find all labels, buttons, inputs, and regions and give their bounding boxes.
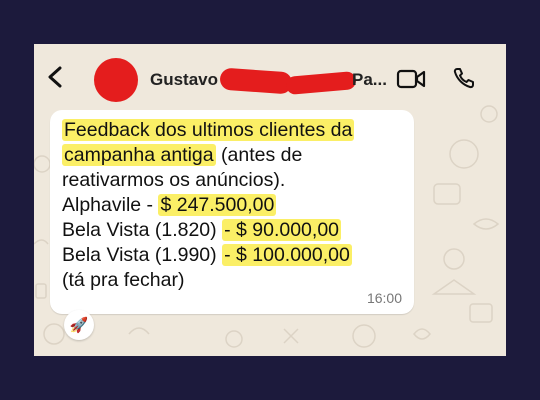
message-line-6: Bela Vista (1.990) - $ 100.000,00 <box>62 243 352 267</box>
highlighted-text: - $ 100.000,00 <box>222 244 352 266</box>
highlighted-text: campanha antiga <box>62 144 216 166</box>
message-line-3: reativarmos os anúncios). <box>62 168 285 192</box>
message-text: (antes de <box>215 144 303 166</box>
message-line-5: Bela Vista (1.820) - $ 90.000,00 <box>62 218 342 242</box>
message-bubble[interactable]: Feedback dos ultimos clientes da campanh… <box>50 110 414 314</box>
highlighted-text: - $ 90.000,00 <box>222 219 342 241</box>
name-redaction-scribble <box>219 67 293 95</box>
voice-call-icon[interactable] <box>452 66 476 90</box>
highlighted-text: $ 247.500,00 <box>158 194 277 216</box>
message-text: Bela Vista (1.820) <box>62 219 223 241</box>
rocket-icon: 🚀 <box>69 317 89 334</box>
video-call-icon[interactable] <box>396 68 426 90</box>
reaction-badge[interactable]: 🚀 <box>64 310 94 340</box>
chat-header: Gustavo Pa... <box>34 44 506 104</box>
contact-name[interactable]: Gustavo <box>150 70 218 90</box>
highlighted-text: Feedback dos ultimos clientes da <box>62 119 355 141</box>
message-text: (tá pra fechar) <box>62 269 185 291</box>
message-text: reativarmos os anúncios). <box>62 169 286 191</box>
chat-screenshot: Gustavo Pa... Feedback dos ultimos clien… <box>34 44 506 356</box>
back-arrow-icon[interactable] <box>46 66 64 88</box>
message-text: Bela Vista (1.990) <box>62 244 223 266</box>
contact-name-tail[interactable]: Pa... <box>352 70 387 90</box>
avatar[interactable] <box>94 58 138 102</box>
message-line-7: (tá pra fechar) <box>62 268 184 292</box>
name-redaction-scribble <box>285 70 357 96</box>
message-line-2: campanha antiga (antes de <box>62 143 302 167</box>
message-text: Alphavile - <box>62 194 159 216</box>
message-line-4: Alphavile - $ 247.500,00 <box>62 193 277 217</box>
message-timestamp: 16:00 <box>366 290 402 306</box>
message-line-1: Feedback dos ultimos clientes da <box>62 118 355 142</box>
